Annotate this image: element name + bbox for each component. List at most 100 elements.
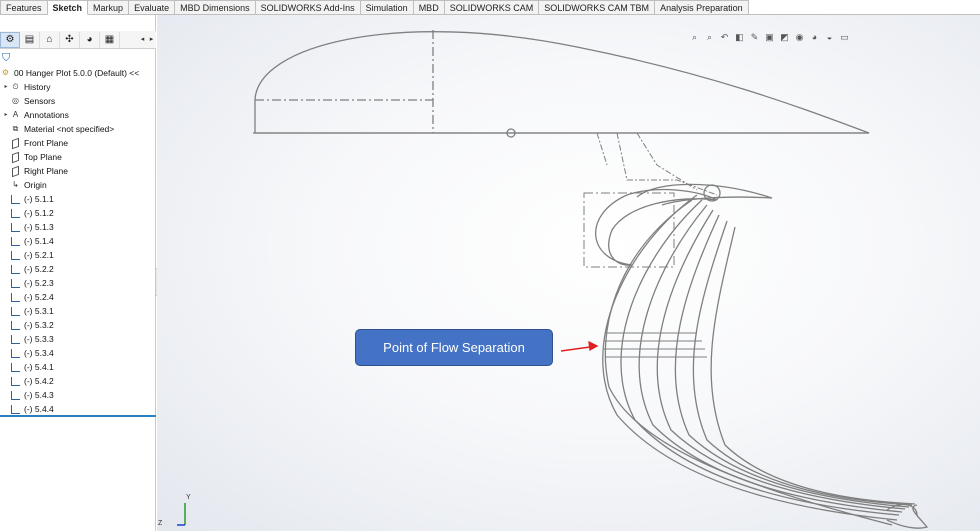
property-manager-icon[interactable]: ▤	[20, 31, 40, 48]
tree-item[interactable]: (-) 5.2.2	[0, 262, 156, 276]
dimxpert-icon[interactable]: ✣	[60, 31, 80, 48]
filter-icon[interactable]: ⛉	[2, 52, 10, 65]
tree-item-label: (-) 5.2.2	[24, 264, 54, 274]
zoom-to-fit-icon[interactable]: ⌕	[689, 32, 700, 43]
tree-item[interactable]: (-) 5.4.2	[0, 374, 156, 388]
tree-item[interactable]: (-) 5.1.1	[0, 192, 156, 206]
tab-features[interactable]: Features	[0, 0, 48, 15]
tree-item-label: Origin	[24, 180, 47, 190]
tab-solidworks-add-ins[interactable]: SOLIDWORKS Add-Ins	[255, 0, 361, 15]
tree-item-label: Front Plane	[24, 138, 68, 148]
tab-sketch[interactable]: Sketch	[47, 0, 89, 15]
heads-up-toolbar: ⌕ ⌕ ↶ ◧ ✎ ▣ ◩ ◉ ◕ ◒ ▭	[689, 32, 850, 43]
history-icon: ⏲	[12, 82, 19, 91]
sketch-icon	[10, 348, 21, 359]
scroll-right-icon[interactable]: ▸	[147, 32, 156, 48]
view-settings-icon[interactable]: ▭	[839, 32, 850, 43]
tree-item[interactable]: (-) 5.2.4	[0, 290, 156, 304]
blade-5	[674, 214, 910, 508]
tree-item[interactable]: ↳ Origin	[0, 178, 156, 192]
tree-item[interactable]: (-) 5.3.3	[0, 332, 156, 346]
sketch-icon	[10, 264, 21, 275]
tree-item[interactable]: (-) 5.3.4	[0, 346, 156, 360]
zoom-area-icon[interactable]: ⌕	[704, 32, 715, 43]
hide-show-icon[interactable]: ◉	[794, 32, 805, 43]
sketch-icon	[10, 404, 21, 415]
plane-icon	[10, 137, 21, 149]
rollback-bar[interactable]	[0, 415, 156, 417]
tree-item-label: Annotations	[24, 110, 69, 120]
tree-item[interactable]: (-) 5.4.4	[0, 402, 156, 416]
sketch-icon	[10, 278, 21, 289]
sketch-icon	[10, 390, 21, 401]
graphics-area[interactable]: ⌕ ⌕ ↶ ◧ ✎ ▣ ◩ ◉ ◕ ◒ ▭ Point of Flow Sepa…	[157, 15, 980, 531]
dynamic-annotation-icon[interactable]: ✎	[749, 32, 760, 43]
section-view-icon[interactable]: ◧	[734, 32, 745, 43]
tree-item[interactable]: ⧉ Material <not specified>	[0, 122, 156, 136]
material-icon: ⧉	[12, 124, 19, 133]
tab-markup[interactable]: Markup	[88, 0, 130, 15]
sketch-icon	[10, 292, 21, 303]
tree-item[interactable]: (-) 5.1.2	[0, 206, 156, 220]
annotations-icon: A	[12, 110, 19, 119]
tree-item-label: (-) 5.2.4	[24, 292, 54, 302]
expand-arrow-icon[interactable]: ▸	[2, 80, 10, 94]
sketch-icon	[10, 306, 21, 317]
sketch-icon	[10, 376, 21, 387]
view-triad	[177, 503, 186, 526]
view-orientation-icon[interactable]: ▣	[764, 32, 775, 43]
tab-solidworks-cam-tbm[interactable]: SOLIDWORKS CAM TBM	[539, 0, 656, 15]
sketch-icon	[10, 236, 21, 247]
tree-item[interactable]: ▸ A Annotations	[0, 108, 156, 122]
scroll-left-icon[interactable]: ◂	[138, 32, 147, 48]
feature-tree: ⚙ 00 Hanger Plot 5.0.0 (Default) << ▸ ⏲ Hist…	[0, 66, 156, 416]
cam-icon[interactable]: ▦	[100, 31, 120, 48]
tab-analysis-preparation[interactable]: Analysis Preparation	[655, 0, 749, 15]
tree-item-label: (-) 5.4.1	[24, 362, 54, 372]
tree-item[interactable]: Top Plane	[0, 150, 156, 164]
scene-icon[interactable]: ◒	[824, 32, 835, 43]
sketch-geometry	[177, 30, 929, 529]
tree-item[interactable]: ▸ ⏲ History	[0, 80, 156, 94]
tree-item-label: (-) 5.3.3	[24, 334, 54, 344]
expand-arrow-icon[interactable]: ▸	[2, 108, 10, 122]
tab-mbd-dimensions[interactable]: MBD Dimensions	[175, 0, 256, 15]
tree-item[interactable]: (-) 5.1.3	[0, 220, 156, 234]
display-style-icon[interactable]: ◩	[779, 32, 790, 43]
plane-icon	[10, 151, 21, 163]
configuration-manager-icon[interactable]: ⌂	[40, 31, 60, 48]
tree-item-label: (-) 5.1.4	[24, 236, 54, 246]
tree-item[interactable]: ⚙ 00 Hanger Plot 5.0.0 (Default) <<	[0, 66, 156, 80]
tree-item[interactable]: (-) 5.4.3	[0, 388, 156, 402]
sketch-icon	[10, 250, 21, 261]
flow-separation-callout: Point of Flow Separation	[355, 329, 553, 366]
tree-item-label: (-) 5.2.1	[24, 250, 54, 260]
tree-item[interactable]: Right Plane	[0, 164, 156, 178]
sketch-icon	[10, 334, 21, 345]
tab-evaluate[interactable]: Evaluate	[129, 0, 176, 15]
sensors-icon: ◎	[12, 96, 19, 105]
feature-manager-panel: ⚙ ▤ ⌂ ✣ ◕ ▦ ◂ ▸ ⛉ ⚙ 00 Hanger Plot 5.0.0 (Defa…	[0, 15, 156, 531]
tree-item[interactable]: (-) 5.3.2	[0, 318, 156, 332]
tab-solidworks-cam[interactable]: SOLIDWORKS CAM	[444, 0, 540, 15]
tree-item[interactable]: (-) 5.2.3	[0, 276, 156, 290]
tree-item[interactable]: (-) 5.3.1	[0, 304, 156, 318]
tree-item-label: (-) 5.2.3	[24, 278, 54, 288]
panel-toolbar: ⚙ ▤ ⌂ ✣ ◕ ▦ ◂ ▸	[0, 31, 156, 49]
tab-mbd[interactable]: MBD	[413, 0, 445, 15]
tree-item-label: 00 Hanger Plot 5.0.0 (Default) <<	[14, 68, 140, 78]
tab-simulation[interactable]: Simulation	[360, 0, 414, 15]
tree-item[interactable]: (-) 5.4.1	[0, 360, 156, 374]
tree-item-label: Top Plane	[24, 152, 62, 162]
feature-manager-icon[interactable]: ⚙	[0, 31, 20, 48]
tree-item-label: (-) 5.4.4	[24, 404, 54, 414]
display-manager-icon[interactable]: ◕	[80, 31, 100, 48]
tree-item[interactable]: (-) 5.1.4	[0, 234, 156, 248]
tree-item[interactable]: Front Plane	[0, 136, 156, 150]
tree-item-label: Right Plane	[24, 166, 68, 176]
previous-view-icon[interactable]: ↶	[719, 32, 730, 43]
tree-item[interactable]: (-) 5.2.1	[0, 248, 156, 262]
tree-item[interactable]: ◎ Sensors	[0, 94, 156, 108]
tree-item-label: Material <not specified>	[24, 124, 115, 134]
appearance-icon[interactable]: ◕	[809, 32, 820, 43]
